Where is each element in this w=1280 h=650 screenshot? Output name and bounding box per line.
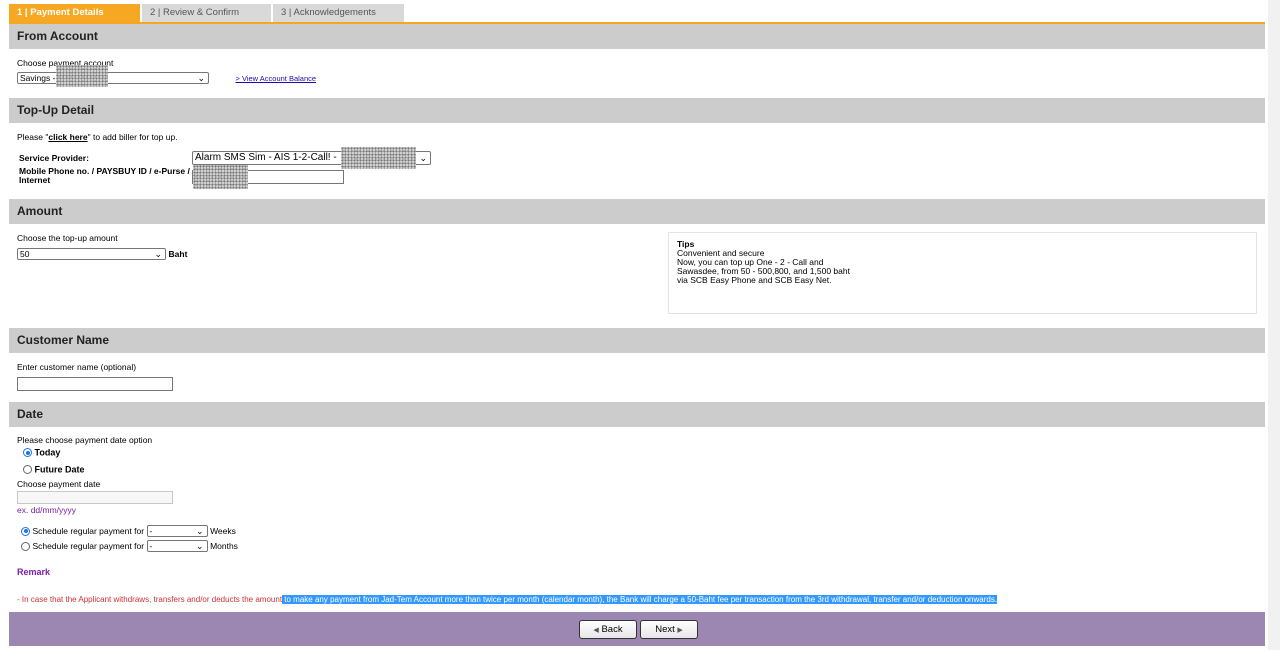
future-date-radio[interactable] (23, 465, 32, 475)
chevron-down-icon: ⌄ (419, 153, 427, 163)
chevron-down-icon: ⌄ (154, 249, 162, 259)
next-button[interactable]: Next ▶ (640, 620, 698, 639)
schedule-weeks-value: - (149, 526, 153, 536)
today-option[interactable]: Today (23, 447, 60, 458)
service-provider-label: Service Provider: (19, 153, 89, 163)
add-biller-link[interactable]: click here (48, 132, 87, 142)
from-account-section: Choose payment account Savings - ⌄ > Vie… (9, 49, 1265, 98)
step-tabs: 1 | Payment Details 2 | Review & Confirm… (9, 4, 1265, 24)
triangle-left-icon: ◀ (593, 627, 599, 634)
customer-name-input[interactable] (17, 377, 173, 391)
mobile-phone-label-line2: Internet (19, 175, 51, 185)
months-unit-label: Months (210, 541, 238, 551)
today-radio[interactable] (23, 448, 32, 458)
chevron-down-icon: ⌄ (197, 73, 205, 83)
view-account-balance-link[interactable]: > View Account Balance (236, 74, 317, 83)
service-provider-select[interactable]: Alarm SMS Sim - AIS 1-2-Call! - ⌄ (192, 147, 431, 169)
redacted-mobile-number (193, 165, 248, 189)
remark-title: Remark (17, 567, 51, 577)
selected-amount-value: 50 (20, 249, 30, 259)
triangle-right-icon: ▶ (677, 627, 683, 634)
currency-label: Baht (168, 249, 188, 259)
top-up-detail-section: Please "click here" to add biller for to… (9, 123, 1265, 199)
future-date-label: Future Date (34, 464, 85, 475)
date-format-hint: ex. dd/mm/yyyy (17, 505, 77, 515)
choose-payment-date-label: Choose payment date (17, 479, 101, 489)
schedule-months-option: Schedule regular payment for - ⌄ Months (21, 540, 238, 552)
schedule-months-label: Schedule regular payment for (32, 541, 145, 551)
next-button-label: Next (655, 624, 675, 635)
schedule-months-select[interactable]: - ⌄ (146, 540, 208, 552)
tab-payment-details[interactable]: 1 | Payment Details (9, 4, 140, 22)
remark-text-plain: - In case that the Applicant withdraws, … (17, 595, 283, 604)
payment-date-option-label: Please choose payment date option (17, 435, 153, 445)
payment-form: 1 | Payment Details 2 | Review & Confirm… (9, 4, 1265, 646)
schedule-months-value: - (149, 541, 153, 551)
tab-acknowledgements[interactable]: 3 | Acknowledgements (273, 4, 404, 22)
chevron-down-icon: ⌄ (196, 541, 204, 551)
amount-section: Choose the top-up amount 50 ⌄ Baht Tips … (9, 224, 1265, 328)
back-button[interactable]: ◀ Back (579, 620, 637, 639)
section-header-date: Date (9, 402, 1265, 427)
section-header-customer-name: Customer Name (9, 328, 1265, 353)
add-biller-text: Please "click here" to add biller for to… (17, 123, 1265, 142)
chevron-down-icon: ⌄ (196, 526, 204, 536)
schedule-weeks-select[interactable]: - ⌄ (146, 525, 208, 537)
redacted-provider-detail (341, 147, 416, 169)
schedule-weeks-option: Schedule regular payment for - ⌄ Weeks (21, 525, 236, 537)
future-date-option[interactable]: Future Date (23, 464, 85, 475)
top-up-amount-select[interactable]: 50 ⌄ (17, 248, 166, 260)
payment-account-select[interactable]: Savings - ⌄ (17, 65, 209, 87)
tips-box: Tips Convenient and secure Now, you can … (668, 232, 1257, 314)
weeks-unit-label: Weeks (210, 526, 236, 536)
action-bar: ◀ Back Next ▶ (9, 612, 1265, 646)
today-label: Today (34, 447, 61, 458)
remark-text: - In case that the Applicant withdraws, … (17, 595, 998, 604)
vertical-scrollbar[interactable] (1268, 0, 1280, 650)
back-button-label: Back (601, 624, 623, 635)
tab-review-confirm[interactable]: 2 | Review & Confirm (142, 4, 271, 22)
schedule-weeks-radio[interactable] (21, 526, 30, 536)
mobile-phone-label: Mobile Phone no. / PAYSBUY ID / e-Purse … (19, 167, 190, 185)
tips-line: via SCB Easy Phone and SCB Easy Net. (677, 275, 832, 285)
redacted-account-number (56, 65, 108, 87)
customer-name-section: Enter customer name (optional) (9, 353, 1265, 402)
enter-customer-name-label: Enter customer name (optional) (17, 362, 137, 372)
add-biller-suffix: " to add biller for top up. (87, 132, 178, 142)
add-biller-prefix: Please " (17, 132, 49, 142)
payment-date-input[interactable] (17, 491, 173, 504)
remark-text-highlighted: to make any payment from Jad-Tem Account… (282, 595, 998, 604)
section-header-top-up-detail: Top-Up Detail (9, 98, 1265, 123)
schedule-months-radio[interactable] (21, 541, 30, 551)
choose-account-label: Choose payment account (17, 58, 114, 68)
date-section: Please choose payment date option Today … (9, 427, 1265, 612)
schedule-weeks-label: Schedule regular payment for (32, 526, 145, 536)
service-provider-value: Alarm SMS Sim - AIS 1-2-Call! - (195, 152, 337, 163)
section-header-amount: Amount (9, 199, 1265, 224)
section-header-from-account: From Account (9, 24, 1265, 49)
selected-account-value: Savings - (20, 73, 56, 83)
